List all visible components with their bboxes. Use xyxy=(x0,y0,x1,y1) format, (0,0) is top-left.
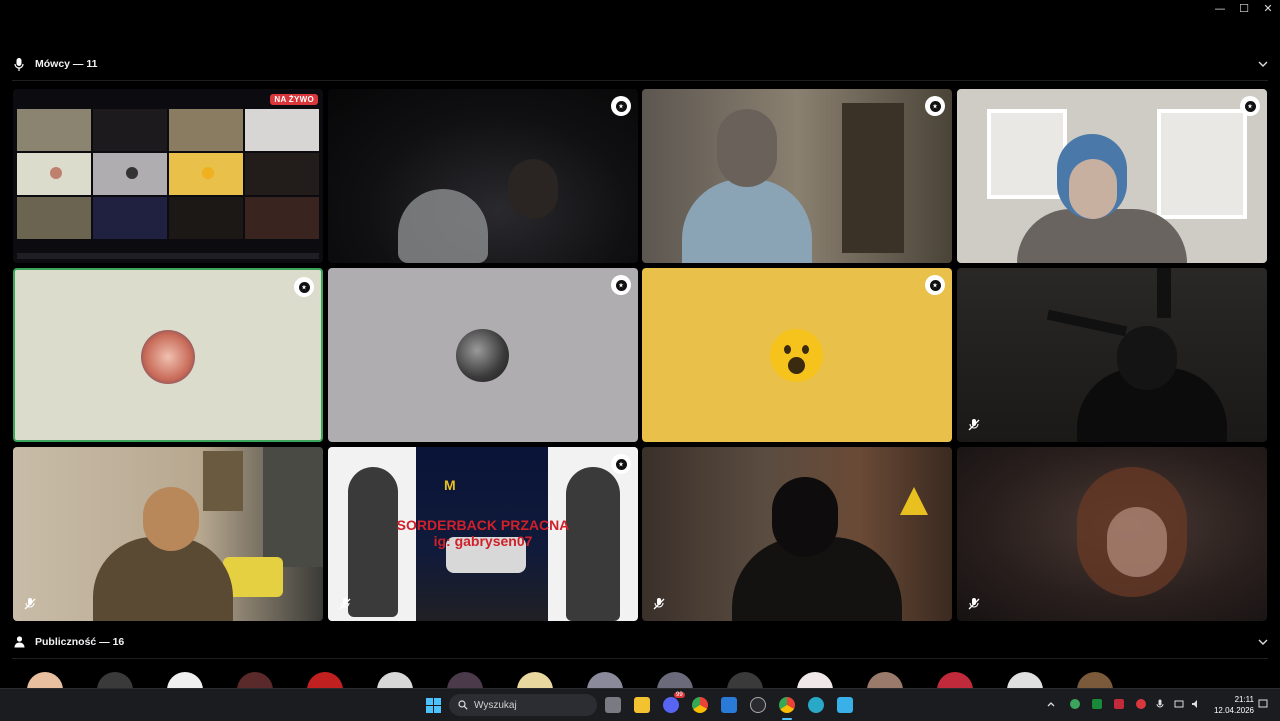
clock-date: 12.04.2026 xyxy=(1213,706,1254,715)
live-badge: NA ŻYWO xyxy=(270,94,318,105)
minimize-button[interactable]: — xyxy=(1208,0,1232,16)
overlay-text: SORDERBACK PRZACNA ig: gabrysen07 xyxy=(388,517,578,549)
mic-off-icon xyxy=(24,598,36,610)
speakers-header[interactable]: Mówcy — 11 xyxy=(0,51,1280,77)
snipping-tool-icon[interactable] xyxy=(721,697,737,713)
edge-icon[interactable] xyxy=(808,697,824,713)
avatar-tile[interactable] xyxy=(642,268,952,442)
moderator-badge-icon xyxy=(925,96,945,116)
avatar xyxy=(456,329,509,382)
search-placeholder: Wyszukaj xyxy=(474,699,517,711)
notepad-icon[interactable] xyxy=(837,697,853,713)
chrome-active-icon[interactable] xyxy=(779,697,795,713)
person xyxy=(143,487,199,551)
mic-off-icon xyxy=(339,598,351,610)
audience-list xyxy=(0,668,1280,690)
divider xyxy=(12,80,1268,81)
close-button[interactable]: ✕ xyxy=(1256,0,1280,16)
speakers-title: Mówcy — 11 xyxy=(35,58,98,70)
chevron-down-icon[interactable] xyxy=(1256,57,1270,71)
tray-app-icon[interactable] xyxy=(1070,699,1080,709)
person xyxy=(1107,507,1167,577)
video-tile[interactable] xyxy=(642,447,952,621)
maximize-button[interactable]: ☐ xyxy=(1232,0,1256,16)
moderator-badge-icon xyxy=(294,277,314,297)
person xyxy=(508,159,558,219)
network-icon[interactable] xyxy=(1174,699,1184,709)
divider xyxy=(12,658,1268,659)
discord-icon[interactable] xyxy=(663,697,679,713)
mic-arm xyxy=(1046,309,1128,337)
avatar xyxy=(141,330,195,384)
person xyxy=(1069,159,1117,219)
stream-tile[interactable]: NA ŻYWO xyxy=(13,89,323,263)
chrome-icon[interactable] xyxy=(692,697,708,713)
video-tile[interactable] xyxy=(642,89,952,263)
person xyxy=(1117,326,1177,390)
windows-start-icon[interactable] xyxy=(426,698,441,713)
moderator-badge-icon xyxy=(611,454,631,474)
lamp xyxy=(1157,268,1171,318)
video-tile[interactable] xyxy=(957,268,1267,442)
bookshelf xyxy=(842,103,904,253)
search-icon xyxy=(458,700,468,710)
tray-app-icon[interactable] xyxy=(1092,699,1102,709)
shelf xyxy=(203,451,243,511)
window xyxy=(987,109,1067,199)
task-view-icon[interactable] xyxy=(605,697,621,713)
avatar-tile-speaking[interactable] xyxy=(13,268,323,442)
clock-time: 21:11 xyxy=(1234,695,1254,704)
video-tile[interactable] xyxy=(957,89,1267,263)
steam-icon[interactable] xyxy=(750,697,766,713)
video-tile[interactable]: M SORDERBACK PRZACNA ig: gabrysen07 xyxy=(328,447,638,621)
mic-off-icon xyxy=(653,598,665,610)
avatar-tile[interactable] xyxy=(328,268,638,442)
microphone-icon[interactable] xyxy=(1155,699,1165,709)
avatar xyxy=(770,329,823,382)
overlay-line: SORDERBACK PRZACNA xyxy=(396,517,570,533)
video-tile[interactable] xyxy=(13,447,323,621)
chevron-down-icon[interactable] xyxy=(1256,635,1270,649)
window-controls: — ☐ ✕ xyxy=(1208,0,1280,16)
warning-sign xyxy=(900,487,928,515)
tray-app-icon[interactable] xyxy=(1136,699,1146,709)
mic-off-icon xyxy=(968,598,980,610)
taskbar: Wyszukaj 99 21:11 12.04.2026 xyxy=(0,688,1280,721)
clock[interactable]: 21:11 12.04.2026 xyxy=(1214,694,1254,716)
file-explorer-icon[interactable] xyxy=(634,697,650,713)
video-tile[interactable] xyxy=(957,447,1267,621)
person xyxy=(398,189,488,263)
microphone-icon xyxy=(12,57,26,71)
curtain xyxy=(263,447,323,567)
moderator-badge-icon xyxy=(611,96,631,116)
overlay-line: ig: gabrysen07 xyxy=(433,533,533,549)
person xyxy=(717,109,777,187)
window xyxy=(1157,109,1247,219)
moderator-badge-icon xyxy=(1240,96,1260,116)
people-icon xyxy=(12,635,26,649)
audience-title: Publiczność — 16 xyxy=(35,636,125,648)
search-box[interactable]: Wyszukaj xyxy=(449,694,597,716)
tray-app-icon[interactable] xyxy=(1114,699,1124,709)
stream-bottom-bar xyxy=(17,253,319,259)
stream-preview-grid xyxy=(17,109,319,241)
chevron-up-icon[interactable] xyxy=(1046,699,1056,709)
notification-count-badge: 99 xyxy=(674,692,685,698)
mic-off-icon xyxy=(968,419,980,431)
moderator-badge-icon xyxy=(611,275,631,295)
notifications-icon[interactable] xyxy=(1258,699,1268,709)
video-tile[interactable] xyxy=(328,89,638,263)
volume-icon[interactable] xyxy=(1191,699,1201,709)
moderator-badge-icon xyxy=(925,275,945,295)
person xyxy=(772,477,838,557)
person xyxy=(682,179,812,263)
audience-header[interactable]: Publiczność — 16 xyxy=(0,629,1280,655)
